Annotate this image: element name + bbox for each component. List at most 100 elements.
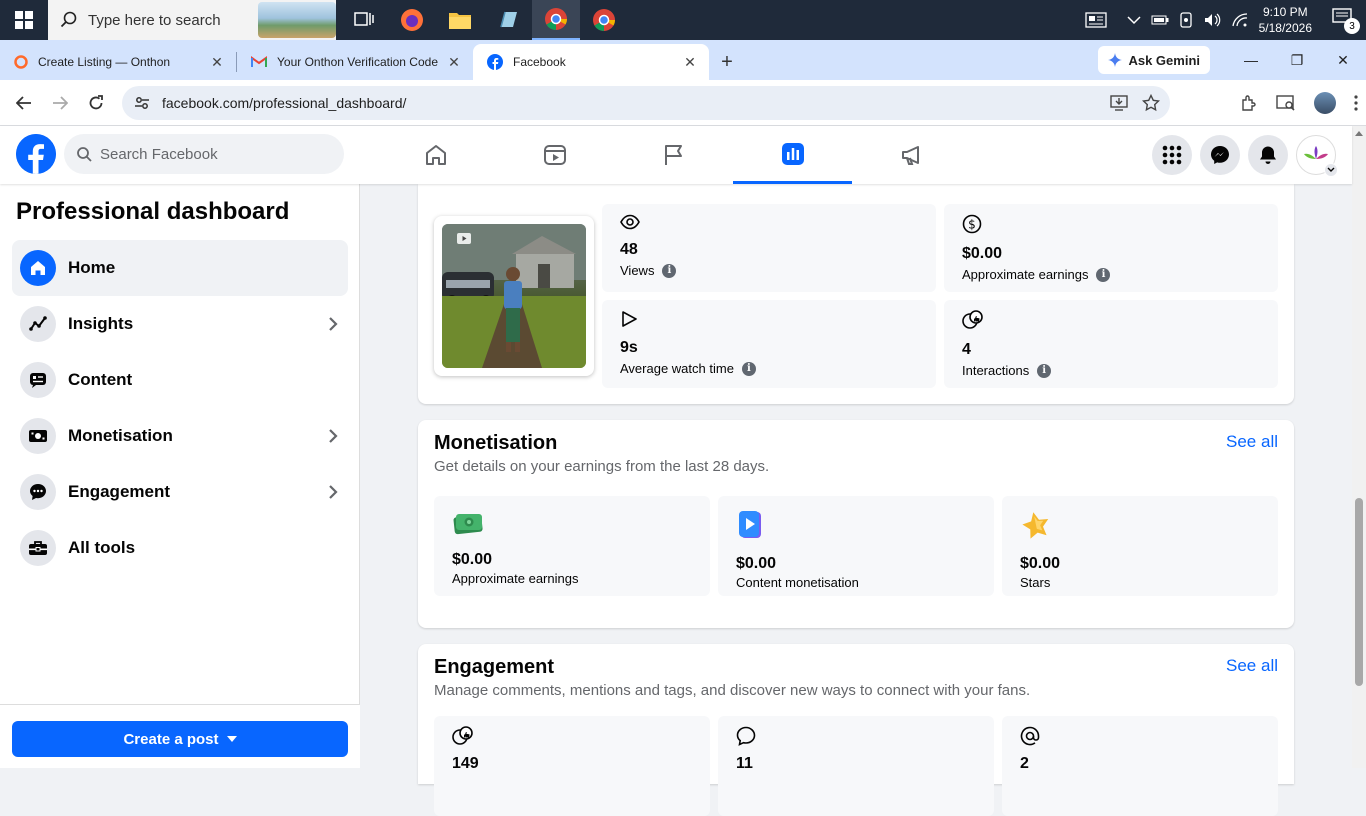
tab-verification-code[interactable]: Your Onthon Verification Code ✕ (237, 44, 473, 80)
sidebar-item-engagement[interactable]: Engagement (12, 464, 348, 520)
info-icon[interactable]: i (662, 263, 677, 278)
wifi-icon[interactable] (1231, 12, 1249, 28)
sidebar-icon-container (20, 306, 56, 342)
info-icon[interactable]: i (1096, 267, 1111, 282)
back-button[interactable] (6, 85, 42, 121)
windows-start-button[interactable] (0, 0, 48, 40)
notifications-button[interactable] (1248, 135, 1288, 175)
info-icon[interactable]: i (1037, 363, 1052, 378)
minimize-button[interactable]: — (1228, 40, 1274, 80)
taskbar-firefox[interactable] (388, 0, 436, 40)
create-post-button[interactable]: Create a post (12, 721, 348, 757)
restore-button[interactable]: ❐ (1274, 40, 1320, 80)
content-icon (30, 373, 46, 388)
volume-icon[interactable] (1203, 12, 1221, 28)
windows-taskbar: Type here to search 9:10 PM 5/18/2026 3 (0, 0, 1366, 40)
tab-home[interactable] (376, 126, 495, 184)
scrollbar-thumb[interactable] (1355, 498, 1363, 686)
stat-label: Views (620, 263, 655, 278)
account-menu-chevron[interactable] (1324, 163, 1338, 177)
engagement-tile-interactions[interactable]: 149 (434, 716, 710, 816)
device-icon[interactable] (1179, 12, 1193, 28)
sidebar-item-label: Engagement (68, 482, 171, 501)
facebook-account-controls (1152, 135, 1338, 177)
stat-interactions[interactable]: 4 Interactions i (944, 300, 1278, 388)
engagement-tile-comments[interactable]: 11 (718, 716, 994, 816)
forward-button[interactable] (42, 85, 78, 121)
content-monetisation-icon (739, 511, 761, 538)
install-app-icon[interactable] (1110, 95, 1128, 111)
onthon-favicon-icon (14, 55, 28, 69)
menu-button[interactable] (1152, 135, 1192, 175)
sidebar-item-monetisation[interactable]: Monetisation (12, 408, 348, 464)
engagement-see-all-link[interactable]: See all (1226, 656, 1278, 676)
at-sign-icon (1020, 726, 1040, 746)
more-vertical-icon[interactable] (1354, 95, 1358, 111)
tab-search-icon[interactable] (1276, 94, 1296, 112)
tab-pages[interactable] (614, 126, 733, 184)
search-highlight-image (258, 2, 336, 38)
caret-down-icon (226, 736, 237, 742)
facebook-search-input[interactable]: Search Facebook (64, 134, 344, 174)
close-window-button[interactable]: ✕ (1320, 40, 1366, 80)
home-icon (31, 261, 45, 275)
chevron-up-icon[interactable] (1127, 15, 1141, 25)
tab-facebook[interactable]: Facebook ✕ (473, 44, 709, 80)
monetisation-tile-earnings[interactable]: $0.00 Approximate earnings (434, 496, 710, 596)
tab-ads[interactable] (852, 126, 971, 184)
system-clock[interactable]: 9:10 PM 5/18/2026 (1259, 4, 1312, 36)
monetisation-see-all-link[interactable]: See all (1226, 432, 1278, 452)
news-widget-icon[interactable] (1084, 12, 1107, 28)
ask-gemini-button[interactable]: Ask Gemini (1098, 46, 1210, 74)
address-bar[interactable]: facebook.com/professional_dashboard/ (122, 86, 1170, 120)
stat-views[interactable]: 48 Views i (602, 204, 936, 292)
extensions-icon[interactable] (1240, 94, 1258, 112)
close-tab-icon[interactable]: ✕ (681, 54, 699, 71)
messenger-button[interactable] (1200, 135, 1240, 175)
account-profile-button[interactable] (1296, 135, 1338, 177)
window-controls: — ❐ ✕ (1228, 40, 1366, 80)
stat-label: Average watch time (620, 361, 734, 376)
monetisation-tile-content[interactable]: $0.00 Content monetisation (718, 496, 994, 596)
site-settings-icon[interactable] (134, 95, 150, 111)
close-tab-icon[interactable]: ✕ (208, 54, 226, 71)
task-view-button[interactable] (340, 0, 388, 40)
sidebar-item-content[interactable]: Content (12, 352, 348, 408)
close-tab-icon[interactable]: ✕ (445, 54, 463, 71)
facebook-favicon-icon (487, 54, 503, 70)
info-icon[interactable]: i (741, 361, 756, 376)
monetisation-tile-stars[interactable]: $0.00 Stars (1002, 496, 1278, 596)
chevron-right-icon (318, 484, 348, 500)
battery-icon[interactable] (1151, 14, 1169, 26)
taskbar-search-box[interactable]: Type here to search (48, 0, 336, 40)
tab-create-listing[interactable]: Create Listing — Onthon ✕ (0, 44, 236, 80)
tab-professional-dashboard[interactable] (733, 126, 852, 184)
bookmark-star-icon[interactable] (1142, 94, 1160, 112)
page-logo-icon (1304, 146, 1328, 159)
facebook-logo-icon (16, 134, 56, 174)
notification-center-button[interactable]: 3 (1332, 8, 1360, 34)
scroll-up-icon[interactable] (1355, 130, 1363, 136)
taskbar-chrome-1[interactable] (532, 0, 580, 40)
sidebar-item-home[interactable]: Home (12, 240, 348, 296)
sidebar-item-all-tools[interactable]: All tools (12, 520, 348, 576)
chevron-down-icon (1327, 167, 1335, 172)
profile-avatar[interactable] (1314, 92, 1336, 114)
sidebar-item-insights[interactable]: Insights (12, 296, 348, 352)
chat-bubble-icon (30, 484, 46, 500)
taskbar-chrome-2[interactable] (580, 0, 628, 40)
facebook-logo[interactable] (16, 134, 56, 174)
tab-video[interactable] (495, 126, 614, 184)
page-scrollbar[interactable] (1352, 126, 1366, 768)
new-tab-button[interactable]: + (709, 44, 745, 80)
engagement-tile-mentions[interactable]: 2 (1002, 716, 1278, 816)
taskbar-notes-app[interactable] (484, 0, 532, 40)
taskbar-file-explorer[interactable] (436, 0, 484, 40)
sidebar-icon-container (20, 474, 56, 510)
content-thumbnail[interactable] (434, 216, 594, 376)
facebook-search-placeholder: Search Facebook (100, 145, 218, 163)
play-icon (622, 311, 637, 327)
reload-button[interactable] (78, 85, 114, 121)
stat-average-watch-time[interactable]: 9s Average watch time i (602, 300, 936, 388)
stat-approximate-earnings[interactable]: $ $0.00 Approximate earnings i (944, 204, 1278, 292)
